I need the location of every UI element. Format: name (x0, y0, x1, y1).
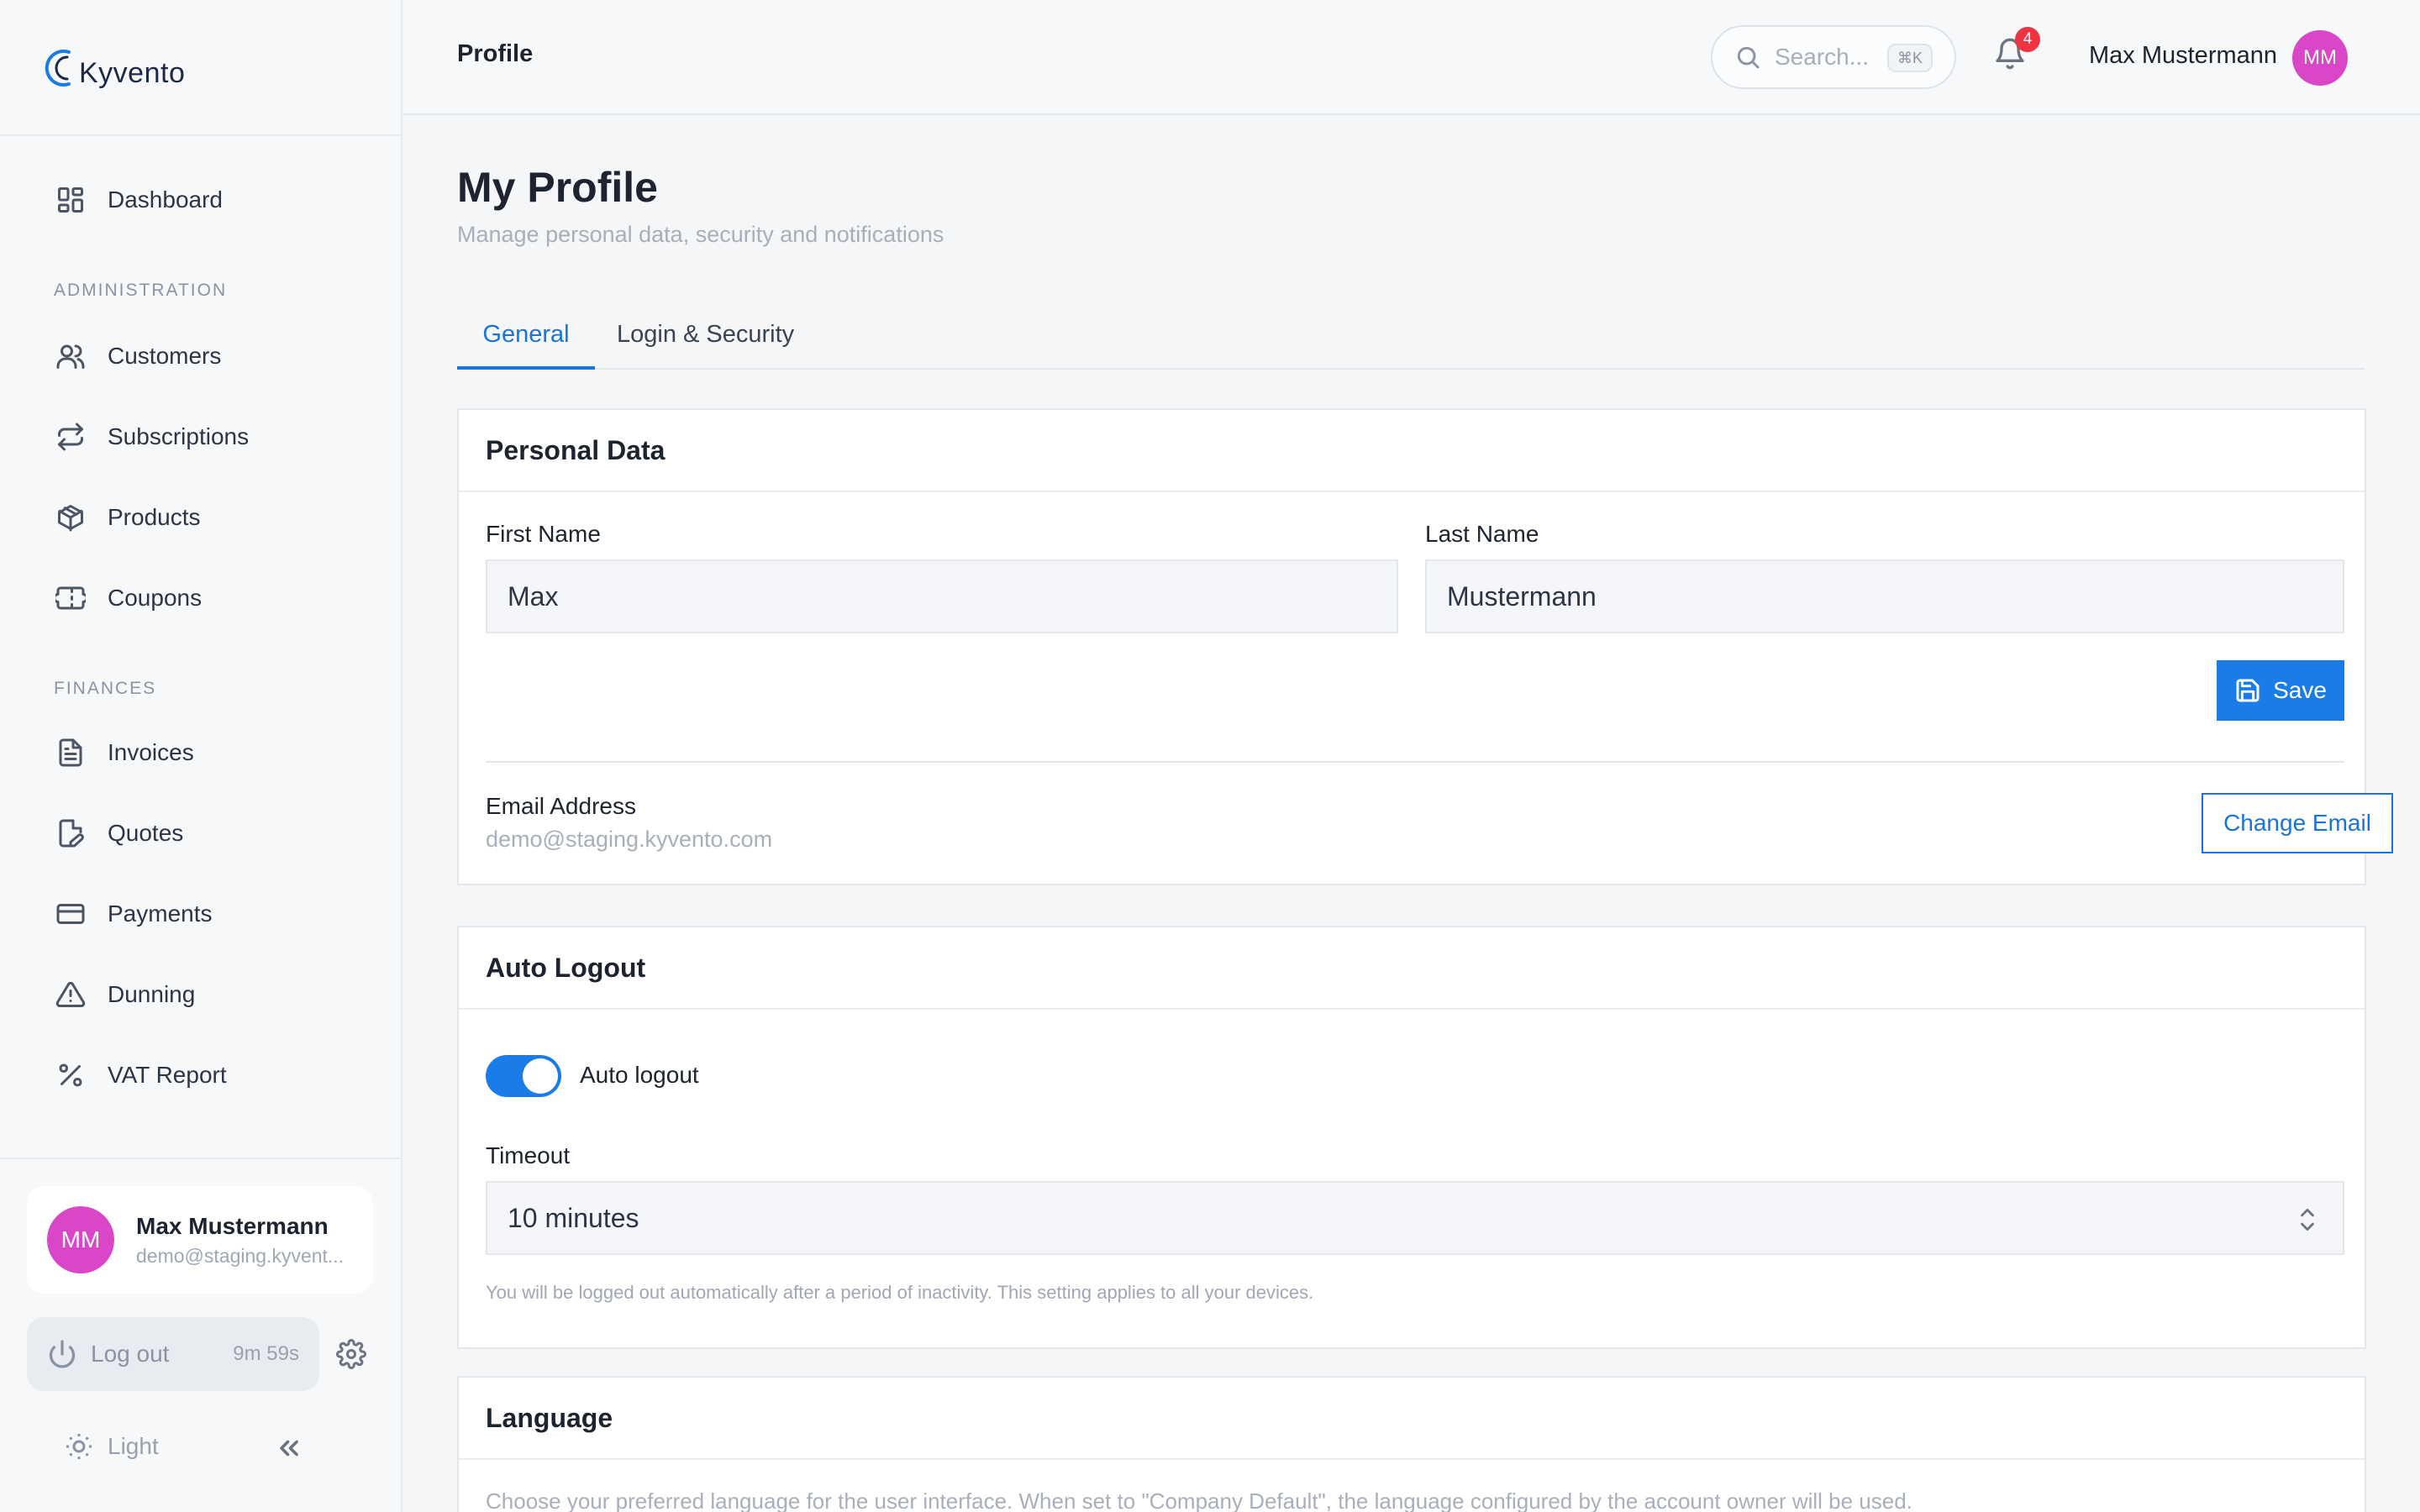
sidebar: Kyvento Dashboard ADMINISTRATION Custome… (0, 0, 402, 1512)
change-email-button[interactable]: Change Email (2202, 793, 2393, 853)
sidebar-item-dunning[interactable]: Dunning (54, 969, 195, 1020)
file-edit-icon (54, 816, 87, 850)
theme-label: Light (108, 1433, 159, 1459)
header-avatar[interactable]: MM (2292, 30, 2348, 86)
personal-data-card: Personal Data First Name Max Last Name M… (457, 408, 2393, 885)
last-name-label: Last Name (1425, 521, 1539, 547)
toggle-knob (523, 1058, 558, 1094)
auto-logout-card: Auto Logout Auto logout Timeout 10 minut… (457, 926, 2366, 1349)
search-shortcut: ⌘K (1886, 44, 1933, 72)
first-name-field[interactable]: Max (486, 559, 1398, 633)
sidebar-item-vat-report[interactable]: VAT Report (54, 1050, 227, 1100)
settings-button[interactable] (336, 1339, 366, 1369)
timeout-help-text: You will be logged out automatically aft… (486, 1282, 1314, 1303)
search-input[interactable]: Search... ⌘K (1711, 25, 1956, 89)
collapse-sidebar-button[interactable] (274, 1433, 304, 1463)
card-title: Personal Data (459, 410, 2365, 492)
logout-button[interactable]: Log out 9m 59s (27, 1317, 319, 1391)
last-name-field[interactable]: Mustermann (1425, 559, 2344, 633)
sidebar-item-quotes[interactable]: Quotes (54, 808, 183, 858)
sidebar-item-label: VAT Report (108, 1062, 227, 1088)
gear-icon (336, 1339, 366, 1369)
power-icon (49, 1340, 76, 1368)
file-text-icon (54, 736, 87, 769)
language-card: Language Choose your preferred language … (457, 1376, 2366, 1512)
card-title: Language (459, 1378, 2365, 1460)
tab-general[interactable]: General (457, 311, 595, 370)
sidebar-item-customers[interactable]: Customers (54, 331, 221, 381)
sidebar-item-products[interactable]: Products (54, 492, 201, 543)
logout-timer: 9m 59s (233, 1342, 299, 1365)
credit-card-icon (54, 897, 87, 931)
page-subtitle: Manage personal data, security and notif… (457, 222, 944, 247)
top-header: Profile Search... ⌘K 4 Max Mustermann MM (403, 0, 2420, 115)
sidebar-item-label: Invoices (108, 739, 194, 765)
auto-logout-label: Auto logout (580, 1062, 699, 1088)
language-description: Choose your preferred language for the u… (486, 1488, 1912, 1512)
sidebar-item-label: Dashboard (108, 186, 223, 213)
auto-logout-toggle[interactable] (486, 1055, 561, 1097)
main-content: My Profile Manage personal data, securit… (403, 116, 2420, 1512)
sidebar-user-card[interactable]: MM Max Mustermann demo@staging.kyvent... (27, 1186, 373, 1294)
logo[interactable]: Kyvento (44, 42, 185, 92)
sidebar-item-payments[interactable]: Payments (54, 889, 213, 939)
email-label: Email Address (486, 793, 636, 819)
sun-icon (66, 1434, 92, 1459)
users-icon (54, 339, 87, 373)
sidebar-item-label: Customers (108, 343, 222, 369)
sidebar-item-label: Subscriptions (108, 423, 250, 449)
sidebar-divider (0, 1158, 402, 1159)
section-finances: FINANCES (54, 679, 157, 698)
repeat-icon (54, 420, 87, 454)
chevron-up-down-icon (2294, 1205, 2321, 1235)
breadcrumb: Profile (457, 40, 534, 67)
email-value: demo@staging.kyvento.com (486, 827, 773, 852)
timeout-value: 10 minutes (508, 1202, 639, 1233)
tab-login-security[interactable]: Login & Security (617, 311, 794, 370)
save-icon (2236, 679, 2260, 702)
card-title: Auto Logout (459, 927, 2365, 1010)
first-name-label: First Name (486, 521, 601, 547)
sidebar-item-subscriptions[interactable]: Subscriptions (54, 412, 249, 462)
sidebar-item-label: Coupons (108, 585, 203, 611)
divider (486, 761, 2344, 763)
sidebar-item-label: Products (108, 504, 201, 530)
chevrons-left-icon (280, 1440, 298, 1457)
sidebar-item-label: Payments (108, 900, 213, 927)
header-user-name[interactable]: Max Mustermann (2089, 42, 2277, 70)
logout-label: Log out (91, 1341, 170, 1367)
percent-icon (54, 1058, 87, 1092)
timeout-label: Timeout (486, 1142, 571, 1168)
theme-toggle[interactable]: Light (64, 1431, 159, 1462)
sidebar-item-dashboard[interactable]: Dashboard (54, 175, 223, 225)
tab-bar: General Login & Security (457, 311, 2365, 370)
box-icon (54, 501, 87, 534)
logo-text: Kyvento (79, 56, 186, 89)
save-button[interactable]: Save (2217, 660, 2344, 721)
page-title: My Profile (457, 164, 658, 211)
sidebar-divider (0, 134, 402, 136)
kyvento-logo-icon (45, 50, 71, 87)
alert-triangle-icon (54, 978, 87, 1011)
sidebar-item-coupons[interactable]: Coupons (54, 573, 202, 623)
sidebar-item-label: Dunning (108, 981, 196, 1007)
save-label: Save (2273, 677, 2327, 703)
search-placeholder: Search... (1775, 44, 1870, 70)
sidebar-item-invoices[interactable]: Invoices (54, 727, 194, 778)
ticket-icon (54, 581, 87, 615)
timeout-select[interactable]: 10 minutes (486, 1181, 2344, 1255)
sidebar-user-name: Max Mustermann (136, 1212, 329, 1239)
notification-badge: 4 (2015, 27, 2040, 52)
avatar: MM (47, 1206, 114, 1273)
sidebar-item-label: Quotes (108, 820, 184, 846)
section-administration: ADMINISTRATION (54, 281, 228, 300)
dashboard-icon (54, 183, 87, 217)
search-icon (1737, 46, 1760, 69)
sidebar-user-email: demo@staging.kyvent... (136, 1244, 345, 1267)
